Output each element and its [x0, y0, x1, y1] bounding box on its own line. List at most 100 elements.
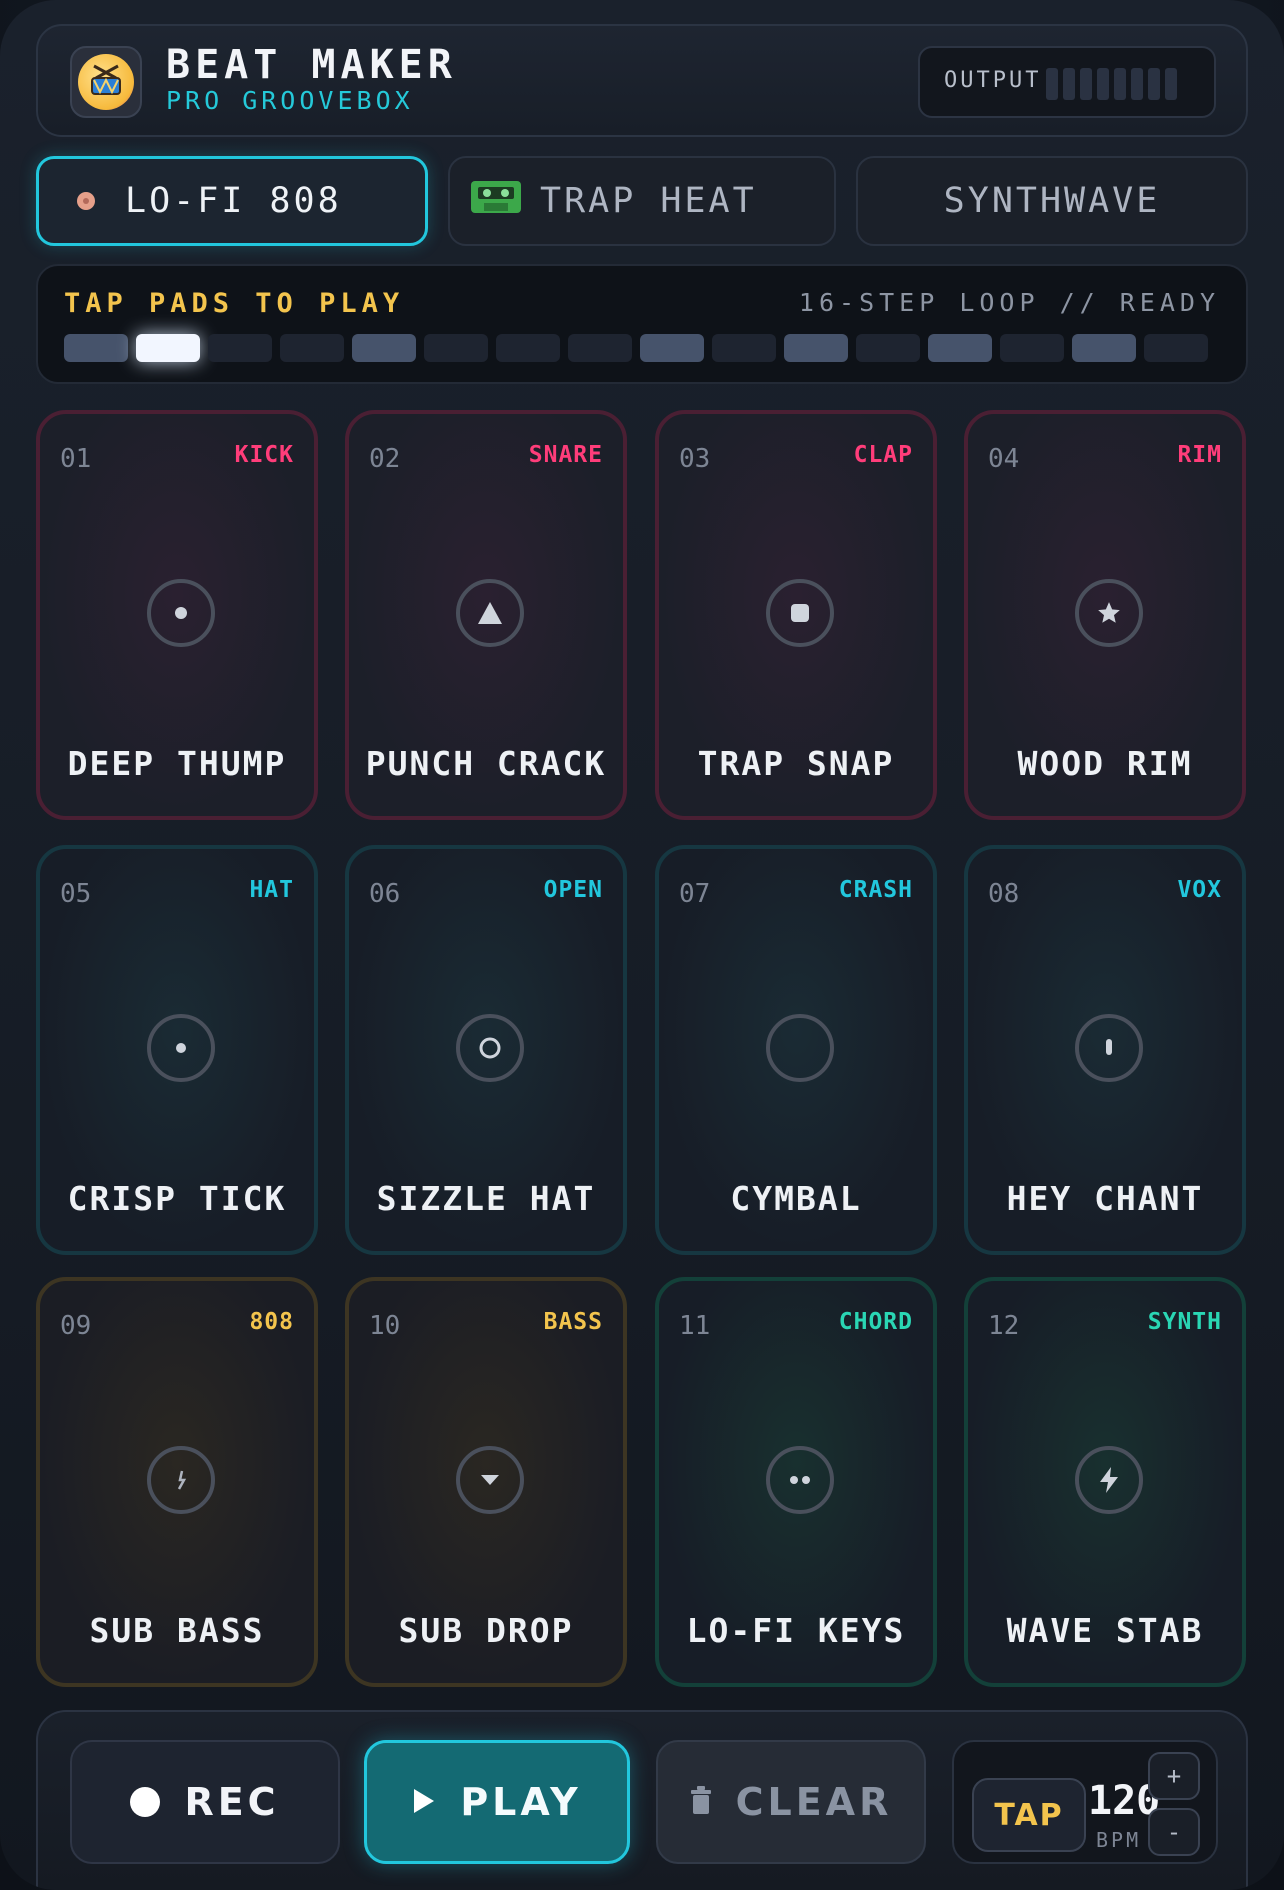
- mic-icon: [1075, 1014, 1143, 1082]
- pad-name: TRAP SNAP: [697, 744, 895, 783]
- small-dot-icon: [147, 1014, 215, 1082]
- sequencer-step[interactable]: [424, 334, 488, 362]
- tempo-control: TAP 120 BPM + -: [952, 1740, 1218, 1864]
- pad-number: 06: [369, 879, 401, 909]
- pad-sound-tag: 808: [249, 1309, 294, 1335]
- sequencer-step[interactable]: [64, 334, 128, 362]
- drum-icon: [78, 54, 134, 110]
- drum-pad[interactable]: 06 OPEN SIZZLE HAT: [345, 845, 627, 1255]
- cassette-icon: [470, 179, 522, 224]
- app-subtitle: PRO GROOVEBOX: [166, 86, 414, 115]
- play-button[interactable]: PLAY: [364, 1740, 630, 1864]
- dot-icon: [147, 579, 215, 647]
- meter-segment: [1148, 68, 1160, 100]
- pad-sound-tag: OPEN: [543, 877, 603, 903]
- clear-button[interactable]: CLEAR: [656, 1740, 926, 1864]
- pad-name: SIZZLE HAT: [376, 1179, 596, 1218]
- pad-number: 05: [60, 879, 92, 909]
- kit-tab-label: LO-FI 808: [125, 181, 342, 221]
- kit-tab-synthwave[interactable]: SYNTHWAVE: [856, 156, 1248, 246]
- sequencer-step[interactable]: [712, 334, 776, 362]
- drum-pad[interactable]: 07 CRASH CYMBAL: [655, 845, 937, 1255]
- pad-name: WOOD RIM: [1017, 744, 1193, 783]
- two-dots-icon: [766, 1446, 834, 1514]
- transport-bar: REC PLAY CLEAR TAP 120 BPM + -: [36, 1710, 1248, 1890]
- drum-pad[interactable]: 05 HAT CRISP TICK: [36, 845, 318, 1255]
- pad-number: 11: [679, 1311, 711, 1341]
- pad-number: 01: [60, 444, 92, 474]
- pad-name: PUNCH CRACK: [365, 744, 607, 783]
- square-icon: [766, 579, 834, 647]
- meter-segment: [1131, 68, 1143, 100]
- empty-circle-icon: [766, 1014, 834, 1082]
- pad-number: 10: [369, 1311, 401, 1341]
- sequencer-step[interactable]: [856, 334, 920, 362]
- kit-tab-trap-heat[interactable]: TRAP HEAT: [448, 156, 836, 246]
- drum-pad[interactable]: 08 VOX HEY CHANT: [964, 845, 1246, 1255]
- record-button[interactable]: REC: [70, 1740, 340, 1864]
- drum-pad[interactable]: 02 SNARE PUNCH CRACK: [345, 410, 627, 820]
- clear-label: CLEAR: [735, 1780, 893, 1824]
- sequencer-step[interactable]: [1072, 334, 1136, 362]
- vinyl-dot-icon: [75, 181, 97, 221]
- drum-pad[interactable]: 10 BASS SUB DROP: [345, 1277, 627, 1687]
- sequencer-step[interactable]: [1144, 334, 1208, 362]
- triangle-icon: [456, 579, 524, 647]
- drum-pad[interactable]: 01 KICK DEEP THUMP: [36, 410, 318, 820]
- sequencer-step[interactable]: [208, 334, 272, 362]
- level-meter: [1046, 68, 1177, 100]
- pad-name: LO-FI KEYS: [686, 1611, 906, 1650]
- drum-pad[interactable]: 12 SYNTH WAVE STAB: [964, 1277, 1246, 1687]
- bolt-icon: [1075, 1446, 1143, 1514]
- app-title: BEAT MAKER: [166, 42, 457, 88]
- output-meter: OUTPUT: [918, 46, 1216, 118]
- step-row: [64, 334, 1208, 362]
- pad-name: SUB DROP: [398, 1611, 574, 1650]
- sequencer-step[interactable]: [496, 334, 560, 362]
- sequencer-step[interactable]: [640, 334, 704, 362]
- caret-down-icon: [456, 1446, 524, 1514]
- drum-pad[interactable]: 03 CLAP TRAP SNAP: [655, 410, 937, 820]
- trash-icon: [690, 1780, 712, 1824]
- output-label: OUTPUT: [944, 68, 1042, 93]
- pad-name: SUB BASS: [89, 1611, 265, 1650]
- drum-pad[interactable]: 04 RIM WOOD RIM: [964, 410, 1246, 820]
- kit-tab-lofi-808[interactable]: LO-FI 808: [36, 156, 428, 246]
- sequencer-step[interactable]: [784, 334, 848, 362]
- drum-pad[interactable]: 09 808 SUB BASS: [36, 1277, 318, 1687]
- meter-segment: [1114, 68, 1126, 100]
- pad-sound-tag: HAT: [249, 877, 294, 903]
- pad-sound-tag: CRASH: [838, 877, 913, 903]
- pad-number: 02: [369, 444, 401, 474]
- pad-number: 04: [988, 444, 1020, 474]
- sequencer-step[interactable]: [136, 334, 200, 362]
- bpm-decrease-button[interactable]: -: [1148, 1808, 1200, 1856]
- pad-sound-tag: VOX: [1177, 877, 1222, 903]
- app-logo: [70, 46, 142, 118]
- sequencer-step[interactable]: [568, 334, 632, 362]
- drum-pad[interactable]: 11 CHORD LO-FI KEYS: [655, 1277, 937, 1687]
- sequencer-step[interactable]: [1000, 334, 1064, 362]
- sequencer-step[interactable]: [352, 334, 416, 362]
- pad-name: DEEP THUMP: [67, 744, 287, 783]
- meter-segment: [1080, 68, 1092, 100]
- pad-sound-tag: SNARE: [528, 442, 603, 468]
- sequencer-step[interactable]: [280, 334, 344, 362]
- pad-sound-tag: KICK: [234, 442, 294, 468]
- pad-name: CYMBAL: [730, 1179, 862, 1218]
- tap-tempo-button[interactable]: TAP: [972, 1778, 1086, 1852]
- sequencer-prompt: TAP PADS TO PLAY: [64, 288, 405, 319]
- record-label: REC: [184, 1780, 280, 1824]
- step-sequencer: TAP PADS TO PLAY 16-STEP LOOP // READY: [36, 264, 1248, 384]
- pad-number: 07: [679, 879, 711, 909]
- pad-sound-tag: RIM: [1177, 442, 1222, 468]
- record-icon: [130, 1787, 161, 1817]
- bpm-unit: BPM: [1096, 1828, 1142, 1852]
- pad-number: 09: [60, 1311, 92, 1341]
- star-icon: [1075, 579, 1143, 647]
- pad-number: 03: [679, 444, 711, 474]
- play-icon: [412, 1780, 436, 1824]
- beat-maker-app: BEAT MAKER PRO GROOVEBOX OUTPUT LO-FI 80…: [0, 0, 1284, 1890]
- bpm-increase-button[interactable]: +: [1148, 1752, 1200, 1800]
- sequencer-step[interactable]: [928, 334, 992, 362]
